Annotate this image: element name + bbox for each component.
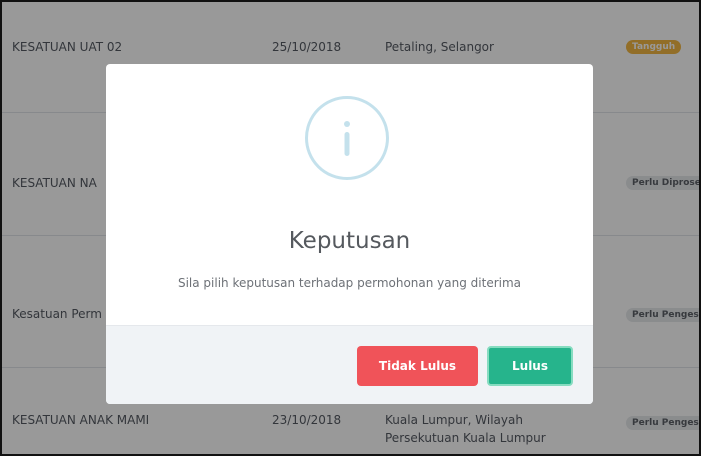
- modal-footer: Tidak Lulus Lulus: [106, 325, 593, 404]
- screen-frame: KESATUAN UAT 02 25/10/2018 Petaling, Sel…: [0, 0, 701, 456]
- modal-title: Keputusan: [288, 228, 411, 254]
- decision-modal: Keputusan Sila pilih keputusan terhadap …: [106, 64, 593, 404]
- info-icon: [305, 96, 389, 180]
- modal-message: Sila pilih keputusan terhadap permohonan…: [177, 276, 522, 290]
- reject-button[interactable]: Tidak Lulus: [357, 346, 478, 386]
- approve-button[interactable]: Lulus: [487, 346, 573, 386]
